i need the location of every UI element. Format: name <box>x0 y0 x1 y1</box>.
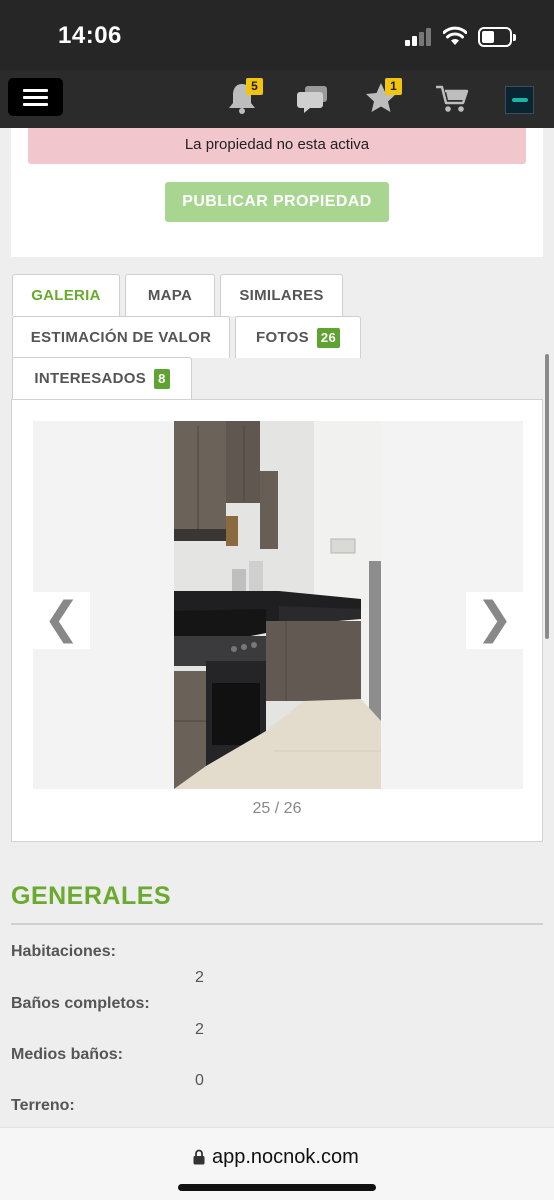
fotos-count-badge: 26 <box>316 327 340 348</box>
tab-estimacion-de-valor[interactable]: ESTIMACIÓN DE VALOR <box>12 316 230 358</box>
property-label-medios-banos: Medios baños: <box>11 1046 124 1063</box>
tab-label: SIMILARES <box>239 287 324 304</box>
tab-fotos[interactable]: FOTOS 26 <box>235 316 361 358</box>
property-value-banos-completos: 2 <box>195 1021 204 1038</box>
tab-mapa[interactable]: MAPA <box>125 274 215 316</box>
property-value-habitaciones: 2 <box>195 969 204 986</box>
top-navbar: 5 1 <box>0 70 554 128</box>
status-bar: 14:06 <box>0 0 554 70</box>
gallery-counter: 25 / 26 <box>252 800 302 817</box>
tab-label: MAPA <box>147 287 193 304</box>
gallery-next-button[interactable]: ❯ <box>466 592 523 649</box>
tab-label: ESTIMACIÓN DE VALOR <box>30 329 212 346</box>
section-title-generales: GENERALES <box>11 882 172 910</box>
chat-icon[interactable] <box>296 80 332 116</box>
browser-url-bar[interactable]: app.nocnok.com <box>0 1127 554 1200</box>
property-label-terreno: Terreno: <box>11 1097 75 1114</box>
user-avatar[interactable] <box>505 86 534 114</box>
url-text[interactable]: app.nocnok.com <box>212 1146 359 1169</box>
interesados-count-badge: 8 <box>154 368 170 389</box>
scrollbar[interactable] <box>545 354 549 639</box>
lock-icon <box>193 1149 205 1165</box>
tab-interesados[interactable]: INTERESADOS 8 <box>12 357 192 399</box>
property-label-habitaciones: Habitaciones: <box>11 943 116 960</box>
tab-label: GALERIA <box>31 287 101 304</box>
wifi-icon <box>443 26 467 45</box>
battery-icon <box>478 27 516 47</box>
property-photo[interactable] <box>174 421 381 789</box>
property-status-panel: La propiedad no esta activa PUBLICAR PRO… <box>11 128 543 257</box>
section-divider <box>11 923 543 925</box>
inactive-alert: La propiedad no esta activa <box>28 128 526 164</box>
tab-label: INTERESADOS <box>34 370 147 387</box>
signal-icon <box>405 28 433 46</box>
publish-property-button[interactable]: PUBLICAR PROPIEDAD <box>165 182 389 222</box>
notifications-badge: 5 <box>246 78 263 95</box>
favorites-badge: 1 <box>385 78 402 95</box>
tab-similares[interactable]: SIMILARES <box>220 274 343 316</box>
home-indicator <box>178 1184 376 1191</box>
cart-icon[interactable] <box>434 80 470 116</box>
tab-label: FOTOS <box>256 329 309 346</box>
gallery-prev-button[interactable]: ❮ <box>33 592 90 649</box>
gallery-carousel: ❮ ❯ <box>33 421 523 789</box>
property-value-medios-banos: 0 <box>195 1072 204 1089</box>
property-label-banos-completos: Baños completos: <box>11 995 150 1012</box>
tab-galeria[interactable]: GALERIA <box>12 274 120 316</box>
gallery-panel: ❮ ❯ 25 / 26 <box>11 399 543 842</box>
hamburger-menu-button[interactable] <box>8 78 63 116</box>
status-time: 14:06 <box>58 22 122 49</box>
